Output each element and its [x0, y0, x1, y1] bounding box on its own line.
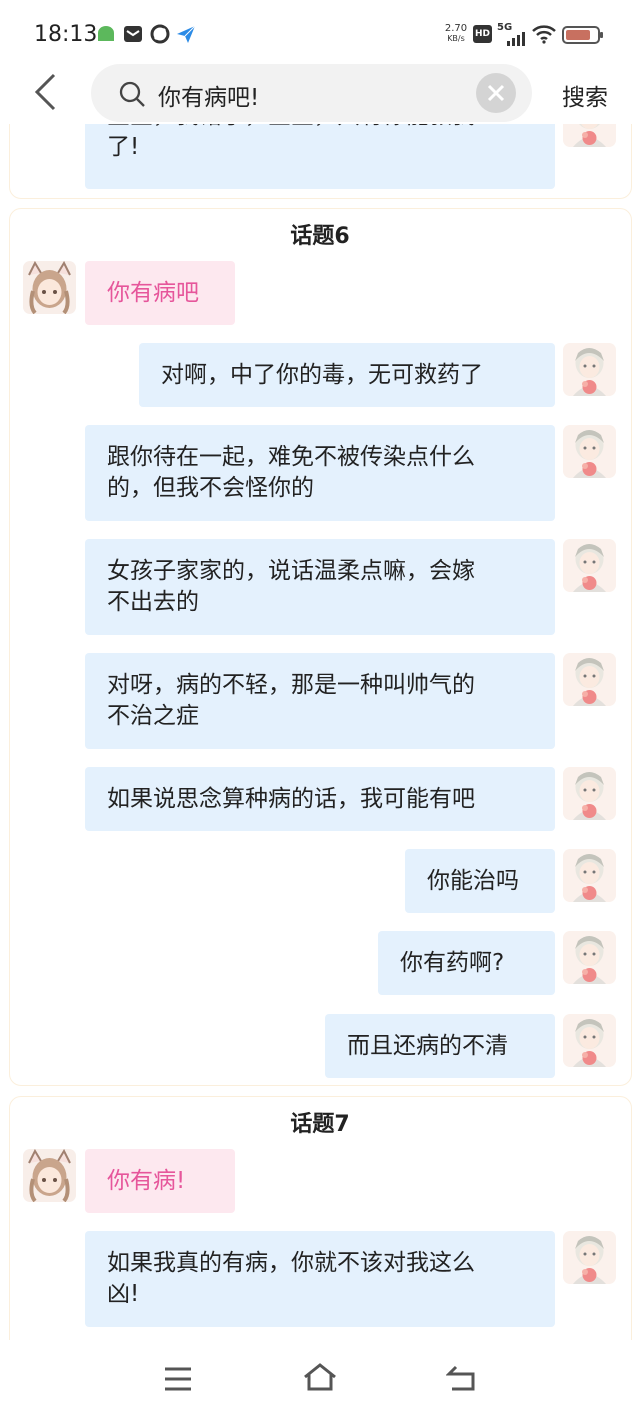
home-icon[interactable]: [302, 1362, 338, 1392]
android-icon: [98, 26, 114, 41]
user-avatar: [23, 261, 76, 314]
battery-icon: [562, 26, 603, 44]
results-list[interactable]: 宝宝，我错了，宝宝，只有你能救我 了! 话题6 你有病吧 对啊，中了你的毒，无可…: [0, 124, 640, 1340]
hd-badge: HD: [473, 25, 492, 43]
search-input[interactable]: 你有病吧!: [158, 78, 259, 112]
topic-title: 话题6: [290, 224, 350, 249]
back-icon[interactable]: [446, 1364, 478, 1392]
bot-reply: 如果我真的有病，你就不该对我这么 凶!: [85, 1231, 555, 1327]
bot-reply: 宝宝，我错了，宝宝，只有你能救我 了!: [85, 124, 555, 189]
bot-avatar: [563, 767, 616, 820]
status-time: 18:13: [34, 22, 98, 47]
bot-reply: 如果说思念算种病的话，我可能有吧: [85, 767, 555, 831]
wifi-icon: [532, 25, 556, 44]
user-message: 你有病吧: [85, 261, 235, 325]
sync-icon: [150, 24, 170, 44]
bot-avatar: [563, 124, 616, 147]
search-icon: [119, 81, 145, 107]
bot-reply: 而且还病的不清: [325, 1014, 555, 1078]
menu-icon[interactable]: [163, 1366, 193, 1392]
search-button[interactable]: 搜索: [562, 78, 608, 112]
user-message: 你有病!: [85, 1149, 235, 1213]
clear-search-button[interactable]: [476, 73, 516, 113]
bot-avatar: [563, 1231, 616, 1284]
navigation-bar: [0, 1340, 640, 1415]
bot-avatar: [563, 425, 616, 478]
close-icon: [487, 84, 505, 102]
bot-reply: 女孩子家家的，说话温柔点嘛，会嫁 不出去的: [85, 539, 555, 635]
bot-reply: 你能治吗: [405, 849, 555, 913]
signal-icon: [507, 32, 525, 46]
send-icon: [177, 25, 196, 43]
bot-avatar: [563, 653, 616, 706]
bot-reply: 对呀，病的不轻，那是一种叫帅气的 不治之症: [85, 653, 555, 749]
status-bar: 18:13 2.70 KB/s HD 5G: [0, 0, 640, 62]
bot-reply: 对啊，中了你的毒，无可救药了: [139, 343, 555, 407]
bot-avatar: [563, 539, 616, 592]
bot-avatar: [563, 1014, 616, 1067]
bot-avatar: [563, 849, 616, 902]
net-speed: 2.70 KB/s: [444, 23, 468, 44]
bot-reply: 跟你待在一起，难免不被传染点什么 的，但我不会怪你的: [85, 425, 555, 521]
bot-avatar: [563, 343, 616, 396]
user-avatar: [23, 1149, 76, 1202]
bot-reply: 你有药啊?: [378, 931, 555, 995]
back-arrow-icon[interactable]: [32, 72, 58, 112]
mail-icon: [124, 26, 142, 42]
bot-avatar: [563, 931, 616, 984]
topic-title: 话题7: [290, 1112, 350, 1137]
